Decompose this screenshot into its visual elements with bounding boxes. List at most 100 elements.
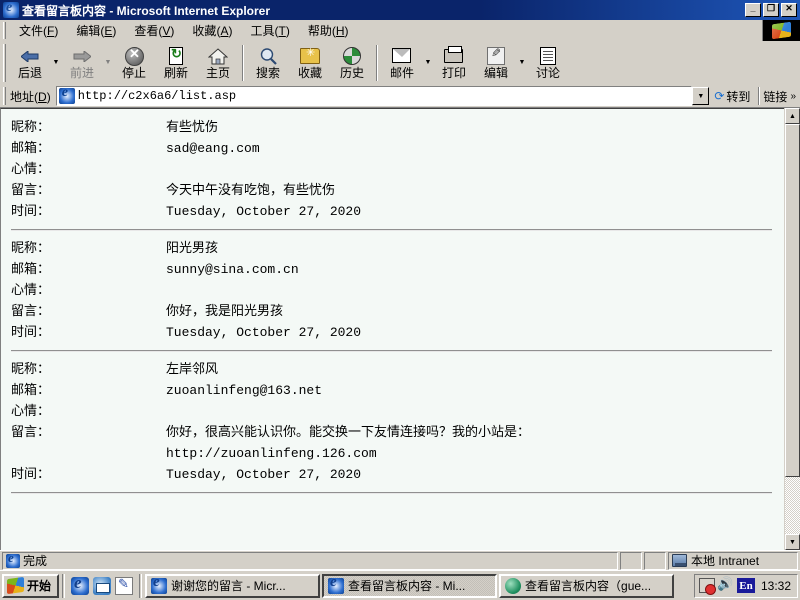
status-panel-extra-2 <box>644 551 666 570</box>
menu-tools-label: 工具 <box>250 23 275 38</box>
taskbar-task-3[interactable]: 查看留言板内容（gue... <box>499 573 675 598</box>
email-value: zuoanlinfeng@163.net <box>166 383 323 398</box>
time-label: 时间： <box>11 204 51 219</box>
print-icon <box>443 45 465 67</box>
address-label-text: 地址 <box>10 89 35 104</box>
taskbar-task-1[interactable]: 谢谢您的留言 - Micr... <box>145 573 321 598</box>
scrollbar-track[interactable] <box>785 124 800 534</box>
time-label: 时间： <box>11 325 51 340</box>
address-dropdown-button[interactable]: ▼ <box>692 87 710 105</box>
guestbook-page: 昵称： 有些忧伤 邮箱： sad@eang.com 心情： 留言： 今天中午没有… <box>0 108 784 550</box>
edit-dropdown-icon[interactable]: ▼ <box>517 43 527 83</box>
refresh-button[interactable]: 刷新 <box>155 43 197 83</box>
clock[interactable]: 13:32 <box>758 579 793 593</box>
address-url-text: http://c2x6a6/list.asp <box>77 89 237 103</box>
menu-favorites[interactable]: 收藏(A) <box>183 20 241 41</box>
triangle-up-icon: ▲ <box>789 112 796 120</box>
status-ie-icon <box>6 550 20 568</box>
home-button[interactable]: 主页 <box>197 43 239 83</box>
browser-toolbar: 后退 ▼ 前进 ▼ 停止 刷新 主页 <box>0 41 800 85</box>
menu-view[interactable]: 查看(V) <box>125 20 183 41</box>
toolbar-grip[interactable] <box>3 43 6 82</box>
restore-glyph: ❐ <box>766 3 776 13</box>
print-label: 打印 <box>441 65 466 80</box>
home-label: 主页 <box>205 65 230 80</box>
back-button[interactable]: 后退 <box>9 43 51 83</box>
discuss-label: 讨论 <box>535 65 560 80</box>
scheduled-tasks-icon[interactable] <box>698 578 716 595</box>
menu-help[interactable]: 帮助(H) <box>299 20 358 41</box>
message-label: 留言： <box>11 425 51 440</box>
search-button[interactable]: 搜索 <box>247 43 289 83</box>
windows-flag-icon <box>772 21 791 39</box>
restore-button[interactable]: ❐ <box>763 3 779 17</box>
entry-email-row: 邮箱： sad@eang.com <box>11 138 774 159</box>
links-label: 链接 <box>763 89 788 104</box>
outlook-express-icon[interactable] <box>93 576 112 595</box>
history-button[interactable]: 历史 <box>331 43 373 83</box>
minimize-button[interactable]: _ <box>745 3 761 17</box>
content-area: 昵称： 有些忧伤 邮箱： sad@eang.com 心情： 留言： 今天中午没有… <box>0 107 800 550</box>
scroll-up-button[interactable]: ▲ <box>785 108 800 124</box>
links-chevron-icon[interactable]: » <box>790 91 800 102</box>
stop-label: 停止 <box>121 65 146 80</box>
scrollbar-thumb[interactable] <box>785 124 800 477</box>
address-input[interactable]: http://c2x6a6/list.asp <box>55 85 693 106</box>
menu-tools-accel: T <box>278 23 286 38</box>
message-line: 你好，很高兴能认识你。能交换一下友情连接吗？我的小站是： <box>166 425 531 440</box>
refresh-icon <box>165 46 187 67</box>
nickname-value: 有些忧伤 <box>166 120 219 135</box>
menu-favorites-accel: A <box>220 23 229 38</box>
task-3-label: 查看留言板内容（gue... <box>525 579 652 593</box>
address-bar-grip[interactable] <box>3 87 6 105</box>
notepad-icon[interactable] <box>115 576 134 595</box>
internet-explorer-icon[interactable] <box>71 573 90 595</box>
taskbar-task-2[interactable]: 查看留言板内容 - Mi... <box>322 573 498 598</box>
ie-window-icon <box>151 576 168 594</box>
discuss-button[interactable]: 讨论 <box>527 43 569 83</box>
chevron-down-icon: ▼ <box>697 92 705 100</box>
entry-email-row: 邮箱： sunny@sina.com.cn <box>11 259 774 280</box>
scroll-down-button[interactable]: ▼ <box>785 534 800 550</box>
volume-icon[interactable] <box>717 576 734 593</box>
menu-grip[interactable] <box>3 21 6 39</box>
intranet-zone-icon <box>672 554 687 567</box>
email-label: 邮箱： <box>11 262 51 277</box>
time-label: 时间： <box>11 467 51 482</box>
favorites-button[interactable]: 收藏 <box>289 43 331 83</box>
guestbook-entry: 昵称： 左岸邻风 邮箱： zuoanlinfeng@163.net 心情： 留言… <box>11 359 784 485</box>
menu-edit[interactable]: 编辑(E) <box>67 20 125 41</box>
minimize-glyph: _ <box>750 3 756 13</box>
message-line: 你好，我是阳光男孩 <box>166 304 284 319</box>
mood-label: 心情： <box>11 162 51 177</box>
menu-file[interactable]: 文件(F) <box>10 20 67 41</box>
mail-dropdown-icon[interactable]: ▼ <box>423 43 433 83</box>
forward-arrow-icon <box>71 46 93 67</box>
menu-bar: 文件(F) 编辑(E) 查看(V) 收藏(A) 工具(T) 帮助(H) <box>0 19 800 41</box>
status-message-panel: 完成 <box>2 550 618 570</box>
start-button[interactable]: 开始 <box>2 573 60 598</box>
ie-animation-logo <box>762 19 800 41</box>
vertical-scrollbar[interactable]: ▲ ▼ <box>784 108 800 550</box>
go-arrow-icon: ⟳ <box>714 89 725 103</box>
menu-tools[interactable]: 工具(T) <box>241 20 298 41</box>
ime-label: En <box>739 579 753 592</box>
entry-nickname-row: 昵称： 有些忧伤 <box>11 117 774 138</box>
entry-message-row: 留言： 你好，很高兴能认识你。能交换一下友情连接吗？我的小站是： http://… <box>11 422 774 464</box>
edit-button[interactable]: 编辑 <box>475 43 517 83</box>
favorites-folder-icon <box>299 46 321 67</box>
menu-view-accel: V <box>162 23 171 38</box>
mail-button[interactable]: 邮件 <box>381 43 423 83</box>
go-button[interactable]: ⟳ 转到 <box>711 87 755 106</box>
forward-button[interactable]: 前进 <box>61 43 103 83</box>
links-button[interactable]: 链接 <box>763 88 790 105</box>
ime-indicator[interactable]: En <box>736 578 755 593</box>
stop-button[interactable]: 停止 <box>113 43 155 83</box>
print-button[interactable]: 打印 <box>433 43 475 83</box>
back-label: 后退 <box>17 65 42 80</box>
back-dropdown-icon[interactable]: ▼ <box>51 43 61 83</box>
forward-dropdown-icon[interactable]: ▼ <box>103 43 113 83</box>
entry-mood-row: 心情： <box>11 280 774 301</box>
close-button[interactable]: ✕ <box>781 3 797 17</box>
windows-logo-icon <box>7 576 24 595</box>
